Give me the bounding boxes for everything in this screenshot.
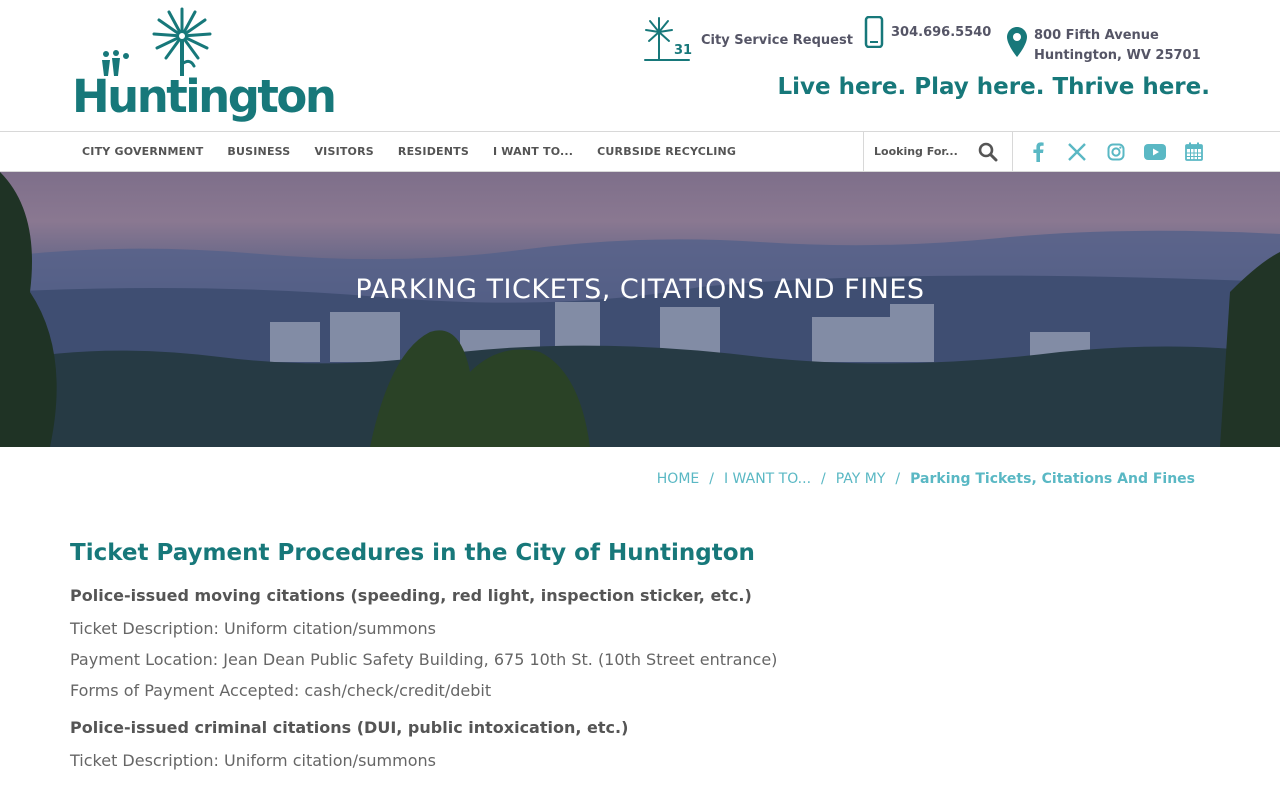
city-service-request-label: City Service Request	[701, 32, 853, 48]
forms-of-payment: Forms of Payment Accepted: cash/check/cr…	[70, 681, 492, 700]
svg-text:311: 311	[674, 43, 693, 58]
section-title: Police-issued moving citations (speeding…	[70, 586, 752, 605]
breadcrumb-separator: /	[709, 471, 714, 487]
breadcrumb-home[interactable]: HOME	[657, 471, 699, 487]
search-icon[interactable]	[978, 142, 998, 162]
facebook-icon[interactable]	[1018, 141, 1057, 162]
citation-section: Police-issued moving citations (speeding…	[70, 586, 970, 706]
breadcrumb: HOME / I WANT TO... / PAY MY / Parking T…	[657, 471, 1195, 487]
breadcrumb-i-want-to[interactable]: I WANT TO...	[724, 471, 811, 487]
location-pin-icon	[1007, 27, 1027, 57]
nav-item-visitors[interactable]: VISITORS	[302, 145, 385, 158]
ticket-description: Ticket Description: Uniform citation/sum…	[70, 751, 436, 770]
city-311-icon: 311	[644, 17, 693, 61]
hero-cityscape-image	[0, 172, 1280, 447]
main-content: Ticket Payment Procedures in the City of…	[70, 540, 970, 788]
tagline: Live here. Play here. Thrive here.	[777, 74, 1210, 100]
phone-icon	[864, 16, 884, 48]
site-header: Huntington 311 City Service Request 304.…	[0, 0, 1280, 131]
address-line-1: 800 Fifth Avenue	[1034, 28, 1159, 43]
huntington-logo[interactable]: Huntington	[72, 6, 337, 132]
address-line-2: Huntington, WV 25701	[1034, 48, 1201, 63]
logo-wordmark: Huntington	[72, 70, 337, 123]
payment-location: Payment Location: Jean Dean Public Safet…	[70, 650, 778, 669]
breadcrumb-separator: /	[821, 471, 826, 487]
city-service-request-link[interactable]: 311 City Service Request	[641, 16, 853, 64]
nav-item-business[interactable]: BUSINESS	[215, 145, 302, 158]
sunburst-logo-icon	[152, 7, 212, 76]
hero-banner: PARKING TICKETS, CITATIONS AND FINES	[0, 172, 1280, 447]
citation-section: Police-issued criminal citations (DUI, p…	[70, 718, 970, 776]
address-link[interactable]: 800 Fifth Avenue Huntington, WV 25701	[1006, 26, 1201, 66]
nav-item-city-government[interactable]: CITY GOVERNMENT	[70, 145, 215, 158]
instagram-icon[interactable]	[1096, 143, 1135, 161]
breadcrumb-current: Parking Tickets, Citations And Fines	[910, 471, 1195, 487]
youtube-icon[interactable]	[1135, 143, 1174, 160]
phone-number: 304.696.5540	[891, 24, 992, 40]
phone-link[interactable]: 304.696.5540	[864, 16, 991, 48]
search-box	[863, 132, 1013, 171]
nav-item-i-want-to[interactable]: I WANT TO...	[481, 145, 585, 158]
main-nav: CITY GOVERNMENT BUSINESS VISITORS RESIDE…	[0, 131, 1280, 172]
breadcrumb-separator: /	[895, 471, 901, 487]
nav-item-residents[interactable]: RESIDENTS	[386, 145, 481, 158]
social-links	[1018, 132, 1213, 171]
x-icon[interactable]	[1057, 142, 1096, 161]
breadcrumb-pay-my[interactable]: PAY MY	[836, 471, 886, 487]
calendar-icon[interactable]	[1174, 142, 1213, 161]
nav-menu: CITY GOVERNMENT BUSINESS VISITORS RESIDE…	[70, 132, 748, 171]
page-title: PARKING TICKETS, CITATIONS AND FINES	[355, 274, 925, 305]
section-title: Police-issued criminal citations (DUI, p…	[70, 718, 629, 737]
content-heading: Ticket Payment Procedures in the City of…	[70, 540, 755, 566]
ticket-description: Ticket Description: Uniform citation/sum…	[70, 619, 436, 638]
nav-item-curbside-recycling[interactable]: CURBSIDE RECYCLING	[585, 145, 748, 158]
search-input[interactable]	[874, 145, 978, 158]
